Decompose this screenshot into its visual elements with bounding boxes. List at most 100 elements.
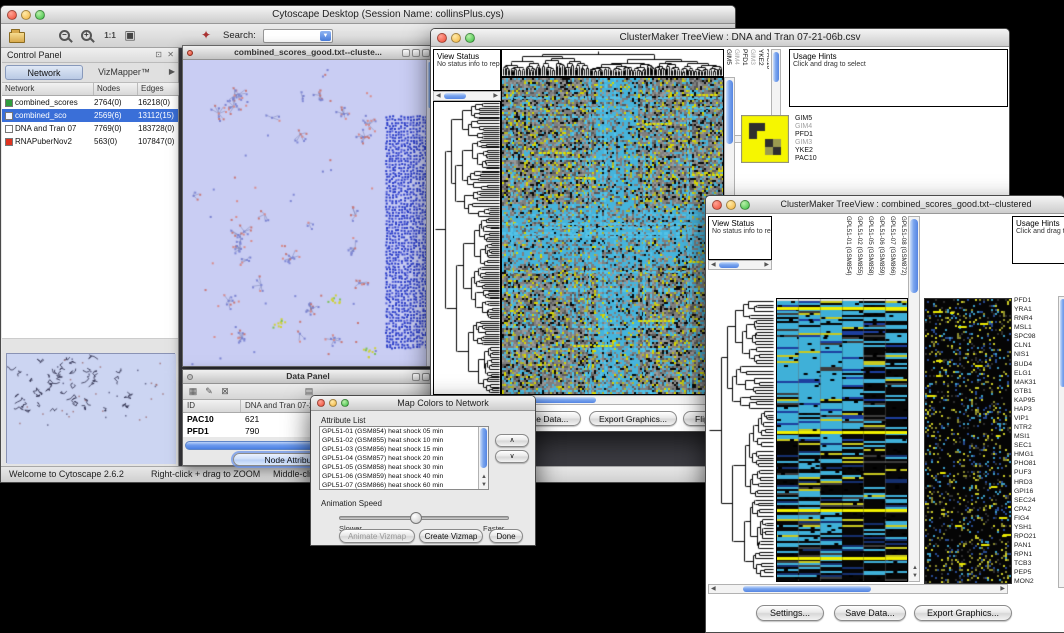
save-data-button[interactable]: Save Data... xyxy=(834,605,906,621)
close-icon[interactable] xyxy=(712,200,722,210)
network-graph-canvas[interactable] xyxy=(183,60,426,366)
gene-label[interactable]: CPA2 xyxy=(1014,505,1056,514)
scroll-right-icon[interactable]: ▶ xyxy=(764,262,769,269)
attribute-item[interactable]: GPL51-05 (GSM858) heat shock 30 min xyxy=(320,463,488,472)
scroll-up-icon[interactable]: ▲ xyxy=(481,474,487,481)
zoom-actual-icon[interactable]: 1:1 xyxy=(101,27,119,45)
gene-label[interactable]: HAP3 xyxy=(1014,405,1056,414)
search-combobox[interactable] xyxy=(263,29,333,43)
gene-label[interactable]: FIG4 xyxy=(1014,514,1056,523)
gene-label[interactable]: PHO81 xyxy=(1014,459,1056,468)
gene-label[interactable]: SEC1 xyxy=(1014,441,1056,450)
animation-speed-slider[interactable] xyxy=(339,516,509,520)
attribute-list[interactable]: GPL51-01 (GSM854) heat shock 05 minGPL51… xyxy=(319,426,489,490)
attribute-item[interactable]: GPL51-03 (GSM856) heat shock 15 min xyxy=(320,445,488,454)
tab-vizmapper[interactable]: VizMapper™ xyxy=(87,65,161,80)
zoom-window-icon[interactable] xyxy=(35,10,45,20)
scroll-thumb[interactable] xyxy=(773,52,779,82)
minimize-icon[interactable] xyxy=(21,10,31,20)
scroll-right-icon[interactable]: ▶ xyxy=(1000,586,1005,593)
scroll-down-icon[interactable]: ▼ xyxy=(912,573,918,580)
scroll-up-icon[interactable]: ▲ xyxy=(912,565,918,572)
bottom-hscrollbar[interactable]: ◀ ▶ xyxy=(708,584,1008,594)
attribute-list-scrollbar[interactable]: ▲ ▼ xyxy=(478,427,488,489)
scroll-thumb[interactable] xyxy=(1060,299,1064,387)
zoom-in-icon[interactable]: + xyxy=(81,30,92,41)
dialog-titlebar[interactable]: Map Colors to Network xyxy=(311,396,535,411)
done-button[interactable]: Done xyxy=(489,529,523,543)
gene-label[interactable]: YSH1 xyxy=(1014,523,1056,532)
settings-button[interactable]: Settings... xyxy=(756,605,824,621)
view-status-hscrollbar[interactable]: ◀ ▶ xyxy=(708,260,772,270)
attribute-delete-icon[interactable]: ⊠ xyxy=(219,386,231,397)
frame-maximize-icon[interactable] xyxy=(412,49,420,57)
gene-label[interactable]: ELG1 xyxy=(1014,369,1056,378)
secondary-heatmap-canvas[interactable] xyxy=(924,298,1012,584)
attribute-table-icon[interactable]: ▦ xyxy=(187,386,199,397)
scroll-right-icon[interactable]: ▶ xyxy=(493,93,498,100)
gene-label[interactable]: PFD1 xyxy=(1014,296,1056,305)
zoom-window-icon[interactable] xyxy=(740,200,750,210)
minimize-icon[interactable] xyxy=(726,200,736,210)
gene-label[interactable]: GIM4 xyxy=(795,123,839,131)
slider-thumb[interactable] xyxy=(410,512,422,524)
close-icon[interactable] xyxy=(7,10,17,20)
scroll-left-icon[interactable]: ◀ xyxy=(711,586,716,593)
open-file-icon[interactable] xyxy=(9,32,25,43)
gene-label[interactable]: PFD1 xyxy=(795,131,839,139)
gene-label[interactable]: MSL1 xyxy=(1014,323,1056,332)
row-dendrogram-canvas[interactable] xyxy=(708,298,774,580)
data-panel-titlebar[interactable]: Data Panel xyxy=(183,370,433,384)
col-edges[interactable]: Edges xyxy=(138,83,179,95)
gene-label[interactable]: MON2 xyxy=(1014,577,1056,586)
gene-label[interactable]: GPI16 xyxy=(1014,487,1056,496)
gene-label[interactable]: PUF3 xyxy=(1014,468,1056,477)
gene-label[interactable]: SEC24 xyxy=(1014,496,1056,505)
global-matrix-canvas[interactable] xyxy=(741,115,789,163)
attribute-edit-icon[interactable]: ✎ xyxy=(203,386,215,397)
treeview1-titlebar[interactable]: ClusterMaker TreeView : DNA and Tran 07-… xyxy=(431,29,1009,47)
attribute-item[interactable]: GPL51-07 (GSM866) heat shock 60 min xyxy=(320,481,488,490)
minimize-icon[interactable] xyxy=(451,33,461,43)
zoom-out-icon[interactable]: − xyxy=(59,30,70,41)
gene-label[interactable]: RNR4 xyxy=(1014,314,1056,323)
network-frame-titlebar[interactable]: combined_scores_good.txt--cluste... xyxy=(183,46,433,60)
minimize-icon[interactable] xyxy=(329,399,337,407)
scroll-left-icon[interactable]: ◀ xyxy=(436,93,441,100)
gene-label[interactable]: NTR2 xyxy=(1014,423,1056,432)
scroll-thumb[interactable] xyxy=(480,428,487,468)
gene-label[interactable]: SPC98 xyxy=(1014,332,1056,341)
gene-list-vscrollbar[interactable] xyxy=(1058,296,1064,588)
gene-label[interactable]: YKE2 xyxy=(795,147,839,155)
tab-scroll-right-icon[interactable]: ▶ xyxy=(169,67,175,76)
col-network[interactable]: Network xyxy=(2,83,94,95)
heatmap-canvas[interactable] xyxy=(502,78,723,394)
gene-label[interactable]: GIM3 xyxy=(795,139,839,147)
close-panel-icon[interactable]: ✕ xyxy=(167,50,174,59)
gene-label[interactable]: RPN1 xyxy=(1014,550,1056,559)
attribute-item[interactable]: GPL51-06 (GSM859) heat shock 40 min xyxy=(320,472,488,481)
gene-label[interactable]: HRD3 xyxy=(1014,478,1056,487)
close-icon[interactable] xyxy=(317,399,325,407)
gene-label[interactable]: GTB1 xyxy=(1014,387,1056,396)
scroll-thumb[interactable] xyxy=(444,93,466,99)
main-vscrollbar[interactable]: ▲ ▼ xyxy=(908,216,920,582)
frame-minimize-icon[interactable] xyxy=(412,373,420,381)
gene-label[interactable]: MSI1 xyxy=(1014,432,1056,441)
move-up-button[interactable]: ∧ xyxy=(495,434,529,447)
tab-network[interactable]: Network xyxy=(5,65,83,80)
scroll-thumb[interactable] xyxy=(726,80,733,144)
gene-label[interactable]: GIM5 xyxy=(795,115,839,123)
zoom-window-icon[interactable] xyxy=(465,33,475,43)
gene-label[interactable]: PEP5 xyxy=(1014,568,1056,577)
gene-label[interactable]: KAP95 xyxy=(1014,396,1056,405)
gene-label[interactable]: NIS1 xyxy=(1014,350,1056,359)
gene-label[interactable]: HMG1 xyxy=(1014,450,1056,459)
main-titlebar[interactable]: Cytoscape Desktop (Session Name: collins… xyxy=(1,6,735,24)
close-icon[interactable] xyxy=(437,33,447,43)
network-list-row[interactable]: combined_sco2569(6)13112(15) xyxy=(2,109,178,122)
frame-close-icon[interactable] xyxy=(187,50,193,56)
scroll-left-icon[interactable]: ◀ xyxy=(711,262,716,269)
network-list-row[interactable]: DNA and Tran 077769(0)183728(0) xyxy=(2,122,178,135)
scroll-thumb[interactable] xyxy=(743,586,871,592)
